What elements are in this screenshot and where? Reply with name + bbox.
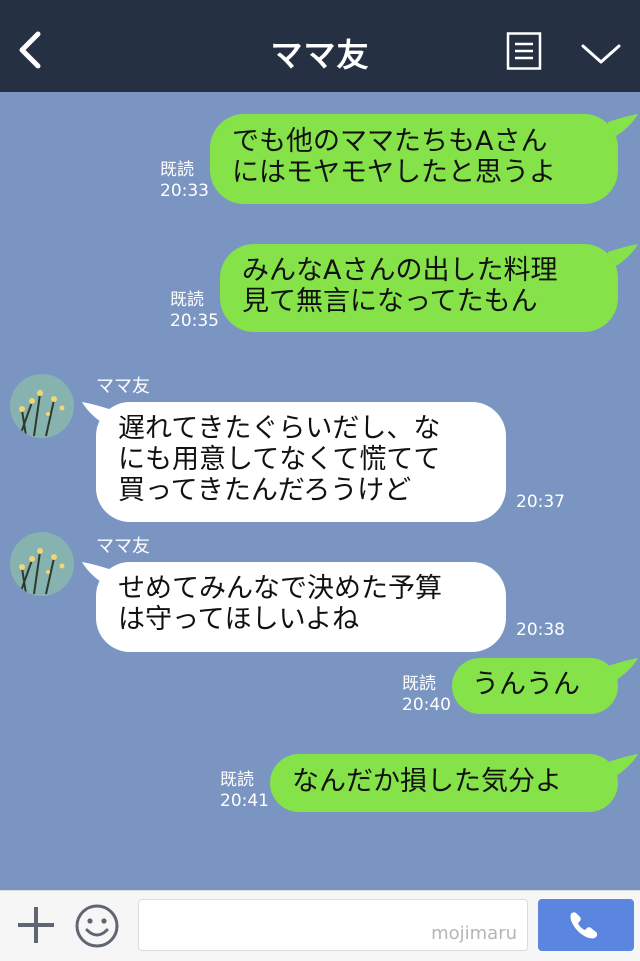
message-bubble-outgoing[interactable]: でも他のママたちもAさん にはモヤモヤしたと思うよ	[210, 114, 618, 204]
message-line: 遅れてきたぐらいだし、な	[118, 413, 441, 444]
avatar[interactable]	[10, 374, 74, 438]
message-bubble-outgoing[interactable]: みんなAさんの出した料理 見て無言になってたもん	[220, 244, 618, 332]
message-time: 20:41	[220, 791, 269, 811]
message-meta: 既読 20:41	[220, 770, 269, 812]
message-meta: 既読 20:35	[170, 290, 219, 332]
smiley-icon	[75, 904, 119, 948]
message-line: にも用意してなくて慌てて	[118, 444, 441, 475]
message-meta: 既読 20:40	[402, 674, 451, 716]
message-line: にはモヤモヤしたと思うよ	[232, 157, 556, 188]
message-input[interactable]: mojimaru	[138, 899, 528, 951]
flower-avatar-icon	[10, 532, 74, 596]
message-bubble-outgoing[interactable]: なんだか損した気分よ	[270, 754, 618, 812]
read-receipt: 既読	[220, 770, 254, 790]
message-time: 20:37	[516, 492, 565, 512]
sender-name: ママ友	[96, 376, 150, 397]
message-line: 見て無言になってたもん	[242, 286, 538, 317]
message-bubble-outgoing[interactable]: うんうん	[452, 658, 618, 714]
message-meta: 既読 20:33	[160, 160, 209, 202]
message-line: みんなAさんの出した料理	[242, 255, 558, 286]
message-line: なんだか損した気分よ	[292, 766, 562, 797]
message-time: 20:33	[160, 181, 209, 201]
message-line: うんうん	[472, 669, 580, 700]
plus-icon	[18, 907, 54, 943]
sticker-button[interactable]	[74, 903, 120, 949]
avatar[interactable]	[10, 532, 74, 596]
message-time: 20:40	[402, 695, 451, 715]
chevron-down-icon	[581, 44, 621, 64]
add-button[interactable]	[14, 903, 58, 947]
watermark-text: mojimaru	[431, 923, 517, 944]
phone-icon	[570, 912, 598, 939]
message-line: は守ってほしいよね	[118, 604, 360, 635]
input-bar: mojimaru	[0, 890, 640, 961]
sender-name: ママ友	[96, 536, 150, 557]
read-receipt: 既読	[402, 674, 436, 694]
chat-header: ママ友	[0, 0, 640, 92]
flower-avatar-icon	[10, 374, 74, 438]
message-bubble-incoming[interactable]: 遅れてきたぐらいだし、な にも用意してなくて慌てて 買ってきたんだろうけど	[96, 402, 506, 522]
collapse-button[interactable]	[580, 40, 622, 68]
message-line: でも他のママたちもAさん	[232, 126, 548, 157]
message-time: 20:35	[170, 311, 219, 331]
chat-area[interactable]: 既読 20:33 でも他のママたちもAさん にはモヤモヤしたと思うよ 既読 20…	[0, 92, 640, 890]
menu-button[interactable]	[506, 32, 542, 70]
read-receipt: 既読	[160, 160, 194, 180]
message-bubble-incoming[interactable]: せめてみんなで決めた予算 は守ってほしいよね	[96, 562, 506, 652]
read-receipt: 既読	[170, 290, 204, 310]
message-time: 20:38	[516, 620, 565, 640]
message-line: 買ってきたんだろうけど	[118, 475, 412, 506]
call-button[interactable]	[538, 899, 634, 951]
list-menu-icon	[506, 32, 542, 70]
chat-title: ママ友	[270, 36, 370, 74]
message-line: せめてみんなで決めた予算	[118, 573, 442, 604]
